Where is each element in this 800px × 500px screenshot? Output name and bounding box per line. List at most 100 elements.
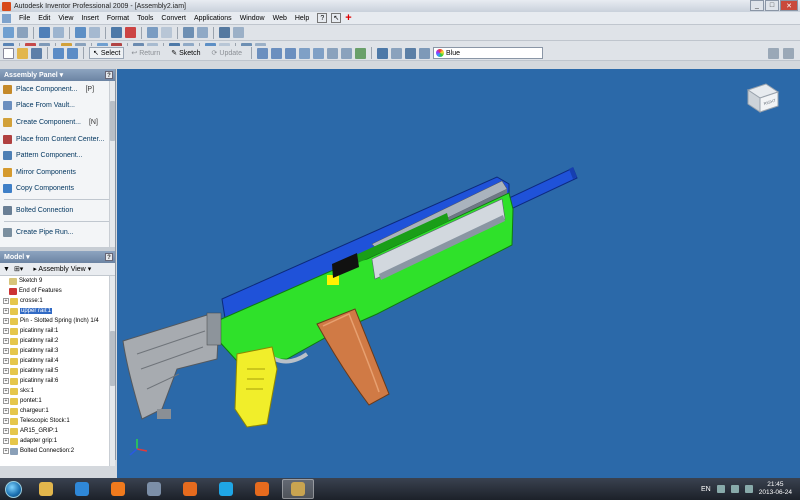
model-tree-item[interactable]: + Bolted Connection:2 [0, 446, 115, 456]
model-tree-item[interactable]: + picatinny rail:3 [0, 346, 115, 356]
expand-toggle-icon[interactable]: + [3, 388, 9, 394]
menu-format[interactable]: Format [103, 15, 133, 22]
new-icon[interactable] [3, 47, 14, 59]
explorer-app[interactable] [30, 479, 62, 499]
sketch-button[interactable]: ✎ Sketch [167, 47, 204, 59]
expand-toggle-icon[interactable]: + [3, 298, 9, 304]
expand-toggle-icon[interactable]: + [3, 348, 9, 354]
expand-toggle-icon[interactable]: + [3, 408, 9, 414]
firefox-app[interactable] [174, 479, 206, 499]
add-icon[interactable]: + [345, 12, 351, 24]
save-icon[interactable] [31, 47, 42, 59]
graphics-viewport[interactable]: RIGHT [117, 69, 800, 478]
model-tree-item[interactable]: + chargeur:1 [0, 406, 115, 416]
model-tree-item[interactable]: + adapter grip:1 [0, 436, 115, 446]
model-tree-item[interactable]: + picatinny rail:2 [0, 336, 115, 346]
expand-toggle-icon[interactable]: + [3, 428, 9, 434]
model-tree-item[interactable]: + pontet:1 [0, 396, 115, 406]
rectangle-icon[interactable] [111, 27, 122, 38]
expand-toggle-icon[interactable]: + [3, 418, 9, 424]
select-button[interactable]: ↖ Select [89, 47, 125, 59]
pan-icon[interactable] [298, 47, 310, 59]
fillet-icon[interactable] [125, 27, 136, 38]
menu-window[interactable]: Window [236, 15, 269, 22]
model-tree-item[interactable]: + sks:1 [0, 386, 115, 396]
spline-icon[interactable] [53, 27, 64, 38]
place-from-content-center-command[interactable]: Place from Content Center... [0, 131, 115, 148]
line-icon[interactable] [39, 27, 50, 38]
look-at-icon[interactable] [340, 47, 352, 59]
copy-components-command[interactable]: Copy Components [0, 181, 115, 198]
menu-convert[interactable]: Convert [157, 15, 190, 22]
menu-edit[interactable]: Edit [34, 15, 54, 22]
help-icon[interactable]: ? [105, 71, 113, 79]
model-tree-item[interactable]: + picatinny rail:1 [0, 326, 115, 336]
polygon-icon[interactable] [161, 27, 172, 38]
zoom-selected-icon[interactable] [312, 47, 324, 59]
bolted-connection-command[interactable]: Bolted Connection [0, 202, 115, 219]
expand-toggle-icon[interactable]: + [3, 398, 9, 404]
return-button[interactable]: ↩ Return [127, 47, 164, 59]
zoom-window-icon[interactable] [270, 47, 282, 59]
model-tree-item[interactable]: + Telescopic Stock:1 [0, 416, 115, 426]
shadow-icon[interactable] [404, 47, 416, 59]
model-tree-item[interactable]: + AR15_GRIP:1 [0, 426, 115, 436]
point-icon[interactable] [147, 27, 158, 38]
whats-this-icon[interactable]: ↖ [331, 13, 342, 23]
network-app[interactable] [138, 479, 170, 499]
inventor-app-icon[interactable] [2, 1, 11, 11]
browser-icon[interactable] [768, 47, 779, 59]
expand-toggle-icon[interactable]: + [3, 308, 9, 314]
assembly-panel-header[interactable]: Assembly Panel ▾ ? [0, 69, 115, 81]
barrel[interactable] [506, 167, 578, 210]
network-icon[interactable] [716, 485, 725, 493]
mirror-sketch-icon[interactable] [183, 27, 194, 38]
expand-toggle-icon[interactable]: + [3, 318, 9, 324]
flag-icon[interactable] [744, 485, 753, 493]
menu-applications[interactable]: Applications [190, 15, 236, 22]
expand-toggle-icon[interactable]: + [3, 358, 9, 364]
expand-toggle-icon[interactable]: + [3, 448, 9, 454]
open-icon[interactable] [17, 47, 28, 59]
menu-help[interactable]: Help [291, 15, 313, 22]
menu-tools[interactable]: Tools [133, 15, 157, 22]
expand-toggle-icon[interactable]: + [3, 438, 9, 444]
media-player-app[interactable] [102, 479, 134, 499]
model-tree-item[interactable]: + picatinny rail:5 [0, 366, 115, 376]
rotate-icon[interactable] [326, 47, 338, 59]
inventor-app[interactable] [282, 479, 314, 499]
help-icon[interactable]: ? [317, 13, 328, 23]
offset-icon[interactable] [219, 27, 230, 38]
help-icon[interactable]: ? [105, 253, 113, 261]
pistol-grip[interactable] [234, 346, 278, 428]
clock[interactable]: 21:45 2013-06-24 [759, 481, 792, 497]
tree-options-icon[interactable]: ⊞▾ [14, 265, 23, 273]
circle-icon[interactable] [75, 27, 86, 38]
model-tree-item[interactable]: + Pin - Slotted Spring (Inch) 1/4 [0, 316, 115, 326]
update-button[interactable]: ⟳ Update [208, 47, 246, 59]
place-component-command[interactable]: Place Component... [P] [0, 81, 115, 98]
assembly-panel-scrollbar[interactable] [109, 81, 115, 247]
section-icon[interactable] [418, 47, 430, 59]
sketch-tools-icon[interactable] [3, 27, 14, 38]
telescopic-stock[interactable] [122, 314, 220, 420]
camera-icon[interactable] [390, 47, 402, 59]
panel-icon[interactable] [783, 47, 794, 59]
volume-icon[interactable] [730, 485, 739, 493]
model-tree-item[interactable]: + upper rail:1 [0, 306, 115, 316]
model-tree-item[interactable]: + picatinny rail:6 [0, 376, 115, 386]
model-tree-item[interactable]: End of Features [0, 286, 115, 296]
menu-view[interactable]: View [54, 15, 77, 22]
maximize-button[interactable]: □ [765, 0, 779, 11]
redo-icon[interactable] [67, 47, 78, 59]
scrollbar-thumb[interactable] [110, 331, 115, 386]
model-tree-scrollbar[interactable] [109, 276, 115, 466]
title-bar[interactable]: Autodesk Inventor Professional 2009 - [A… [0, 0, 800, 12]
minimize-button[interactable]: _ [750, 0, 764, 11]
ie-app[interactable] [66, 479, 98, 499]
color-override-combo[interactable]: Blue [432, 47, 543, 59]
model-tree-item[interactable]: + picatinny rail:4 [0, 356, 115, 366]
magazine[interactable] [316, 308, 390, 406]
menu-insert[interactable]: Insert [77, 15, 103, 22]
place-from-vault-command[interactable]: Place From Vault... [0, 98, 115, 115]
